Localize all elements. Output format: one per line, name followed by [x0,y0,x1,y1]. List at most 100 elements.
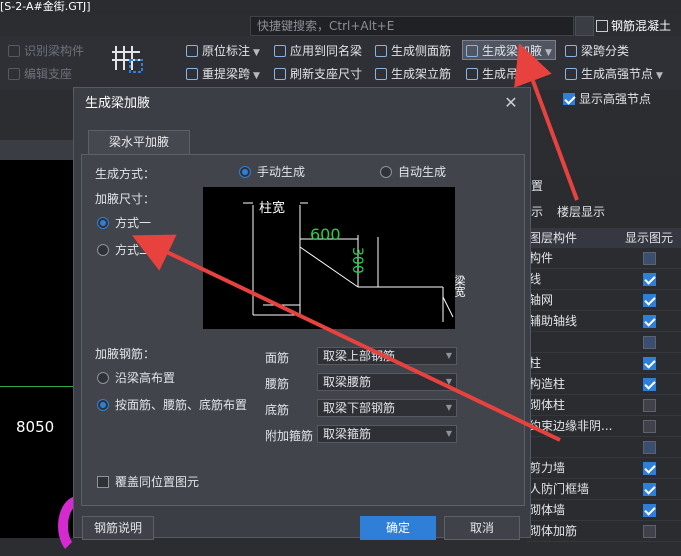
layer-visibility-checkbox[interactable] [643,483,656,496]
col-display: 显示图元 [625,231,674,245]
layer-row[interactable] [527,332,681,353]
bottom-rebar-select[interactable]: 取梁下部钢筋 ▼ [317,399,457,417]
layer-row[interactable]: 人防门框墙 [527,479,681,500]
face-rebar-label: 面筋 [265,351,290,365]
checkbox-checked-icon [563,93,575,105]
layer-visibility-checkbox[interactable] [643,378,656,391]
layer-visibility-checkbox[interactable] [643,504,656,517]
layer-row[interactable]: 线 [527,269,681,290]
layer-panel-tabs: 示 楼层显示 [527,200,681,224]
layer-row[interactable]: 构造柱 [527,374,681,395]
stirrup-select[interactable]: 取梁箍筋 ▼ [317,425,457,443]
layer-visibility-checkbox[interactable] [643,294,656,307]
layer-visibility-checkbox[interactable] [643,441,656,454]
close-icon[interactable]: ✕ [502,94,520,112]
layer-row[interactable]: 辅助轴线 [527,311,681,332]
face-rebar-select[interactable]: 取梁上部钢筋 ▼ [317,347,457,365]
manual-radio[interactable]: 手动生成 [239,164,305,180]
method1-radio[interactable]: 方式一 [97,215,151,231]
layer-visibility-checkbox[interactable] [643,315,656,328]
layer-visibility-checkbox[interactable] [643,399,656,412]
layer-panel: 置 示 楼层显示 图层构件 显示图元 构件线轴网 辅助轴线柱构造柱 砌体柱 约束边缘非… [527,176,681,542]
layer-row-label: 辅助轴线 [529,314,578,328]
layer-row[interactable]: 砌体加筋 [527,521,681,542]
haunch-icon [466,45,478,57]
layer-row-label: 轴网 [529,293,554,307]
layer-row[interactable]: 柱 [527,353,681,374]
by-face-radio[interactable]: 按面筋、腰筋、底筋布置 [97,397,247,413]
refresh-support-button[interactable]: 刷新支座尺寸 [274,64,362,84]
search-input[interactable]: 快捷键搜索，Ctrl+Alt+E [250,16,574,36]
chevron-down-icon: ▼ [445,351,452,360]
gen-hanger-button[interactable]: 生成吊筋 [466,64,530,84]
gen-high-node-button[interactable]: 生成高强节点 ▼ [565,64,663,84]
dim-600: 600 [310,225,341,244]
chevron-down-icon[interactable]: ▼ [545,48,552,58]
layer-visibility-checkbox[interactable] [643,252,656,265]
layer-visibility-checkbox[interactable] [643,336,656,349]
rebar-help-button[interactable]: 钢筋说明 [82,516,154,540]
layer-row[interactable]: 砌体柱 [527,395,681,416]
layer-row[interactable]: 砌体墙 [527,500,681,521]
col-width-dimension: 柱宽 [259,201,286,216]
layer-row[interactable]: 约束边缘非阴... [527,416,681,437]
chevron-down-icon[interactable]: ▼ [253,48,260,58]
identify-beam-button[interactable]: 识别梁构件 [8,41,84,61]
bottom-rebar-label: 底筋 [265,403,290,417]
gen-stand-rebar-button[interactable]: 生成架立筋 [375,64,451,84]
beam-width-dimension: 梁宽 [453,275,466,297]
layer-row[interactable]: 轴网 [527,290,681,311]
layer-visibility-checkbox[interactable] [643,420,656,433]
node-icon [565,68,577,80]
radio-icon [97,372,109,384]
re-extract-span-button[interactable]: 重提梁跨 ▼ [186,64,260,84]
tab-floor-display[interactable]: 楼层显示 [557,200,605,224]
tab-display[interactable]: 示 [531,200,543,224]
checkbox-icon [97,476,109,488]
layer-row[interactable]: 构件 [527,248,681,269]
layer-visibility-checkbox[interactable] [643,462,656,475]
auto-radio[interactable]: 自动生成 [380,164,446,180]
dim-300: 300 [349,247,365,274]
layer-panel-title: 置 [531,179,544,193]
chevron-down-icon[interactable]: ▼ [253,71,260,81]
mark-icon [186,45,198,57]
layer-row-label: 构造柱 [529,377,566,391]
show-high-node-checkbox[interactable]: 显示高强节点 [563,90,651,108]
edit-support-button[interactable]: 编辑支座 [8,64,72,84]
ok-button[interactable]: 确定 [360,516,436,540]
overwrite-checkbox[interactable]: 覆盖同位置图元 [97,473,199,490]
drawing-canvas[interactable]: 8050 [0,160,98,556]
waist-rebar-label: 腰筋 [265,377,290,391]
layer-visibility-checkbox[interactable] [643,525,656,538]
tab-horizontal-haunch[interactable]: 梁水平加腋 [88,130,190,154]
app-module-title[interactable]: 钢筋混凝土 [596,16,671,36]
apply-icon [274,45,286,57]
gen-side-rebar-button[interactable]: 生成侧面筋 [375,41,451,61]
stand-rebar-icon [375,68,387,80]
chevron-down-icon[interactable]: ▼ [656,71,663,81]
method2-radio[interactable]: 方式二 [97,242,151,258]
layer-visibility-checkbox[interactable] [643,273,656,286]
layer-row-label: 砌体墙 [529,503,566,517]
cancel-button[interactable]: 取消 [444,516,520,540]
radio-icon [97,244,109,256]
radio-icon [380,166,392,178]
apply-same-beam-button[interactable]: 应用到同名梁 [274,41,362,61]
span-classify-button[interactable]: 梁跨分类 [565,41,629,61]
beam-grid-icon[interactable] [110,42,146,78]
search-dropdown-button[interactable] [575,16,594,36]
waist-rebar-select[interactable]: 取梁腰筋 ▼ [317,373,457,391]
span-icon [186,68,198,80]
rebar-label: 加腋钢筋： [95,347,156,361]
along-height-radio[interactable]: 沿梁高布置 [97,370,175,386]
layer-row[interactable] [527,437,681,458]
layer-visibility-checkbox[interactable] [643,357,656,370]
window-title: [S-2-A#金街.GTJ] [0,0,681,14]
haunch-preview-drawing [243,202,454,322]
origin-mark-button[interactable]: 原位标注 ▼ [186,41,260,61]
radio-selected-icon [97,399,109,411]
gen-haunch-button[interactable]: 生成梁加腋 ▼ [462,40,556,60]
axis-line [0,386,74,387]
layer-row[interactable]: 剪力墙 [527,458,681,479]
